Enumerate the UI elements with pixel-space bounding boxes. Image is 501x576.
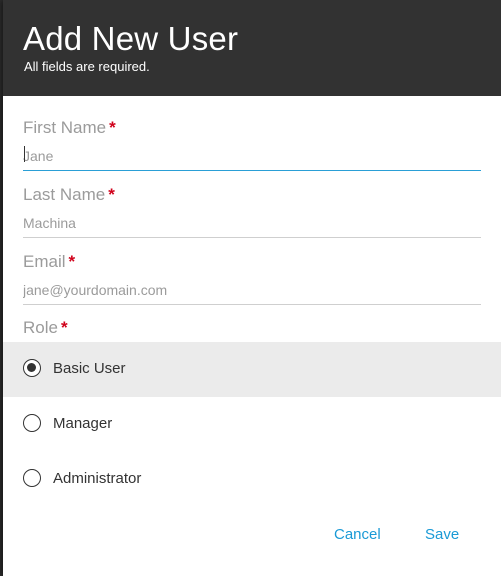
role-option-manager[interactable]: Manager [3, 397, 501, 452]
dialog-header: Add New User All fields are required. [3, 0, 501, 96]
add-user-dialog: Add New User All fields are required. Fi… [3, 0, 501, 576]
radio-dot-icon [27, 363, 36, 372]
role-label: Role * [23, 318, 68, 337]
save-button[interactable]: Save [425, 525, 459, 545]
required-mark: * [60, 318, 68, 337]
radio-button-checked[interactable] [23, 359, 41, 377]
dialog-title: Add New User [23, 20, 239, 57]
role-option-label: Basic User [53, 360, 126, 377]
role-option-label: Manager [53, 415, 113, 432]
email-field: Email * [23, 252, 481, 305]
text-caret [24, 146, 25, 162]
role-option-label: Administrator [53, 470, 142, 487]
email-label: Email [23, 252, 66, 271]
first-name-input[interactable] [23, 146, 481, 171]
role-option-administrator[interactable]: Administrator [3, 452, 501, 507]
last-name-label: Last Name [23, 185, 106, 204]
radio-button[interactable] [23, 469, 41, 487]
radio-button[interactable] [23, 414, 41, 432]
required-mark: * [68, 252, 76, 271]
first-name-label: First Name [23, 118, 107, 137]
required-mark: * [108, 185, 115, 204]
required-mark: * [109, 118, 116, 137]
email-input[interactable] [23, 280, 481, 305]
first-name-field: First Name * [23, 118, 481, 171]
last-name-field: Last Name * [23, 185, 481, 238]
role-option-basic-user[interactable]: Basic User [3, 342, 501, 397]
cancel-button[interactable]: Cancel [334, 525, 381, 545]
dialog-subtitle: All fields are required. [24, 59, 150, 74]
last-name-input[interactable] [23, 213, 481, 238]
